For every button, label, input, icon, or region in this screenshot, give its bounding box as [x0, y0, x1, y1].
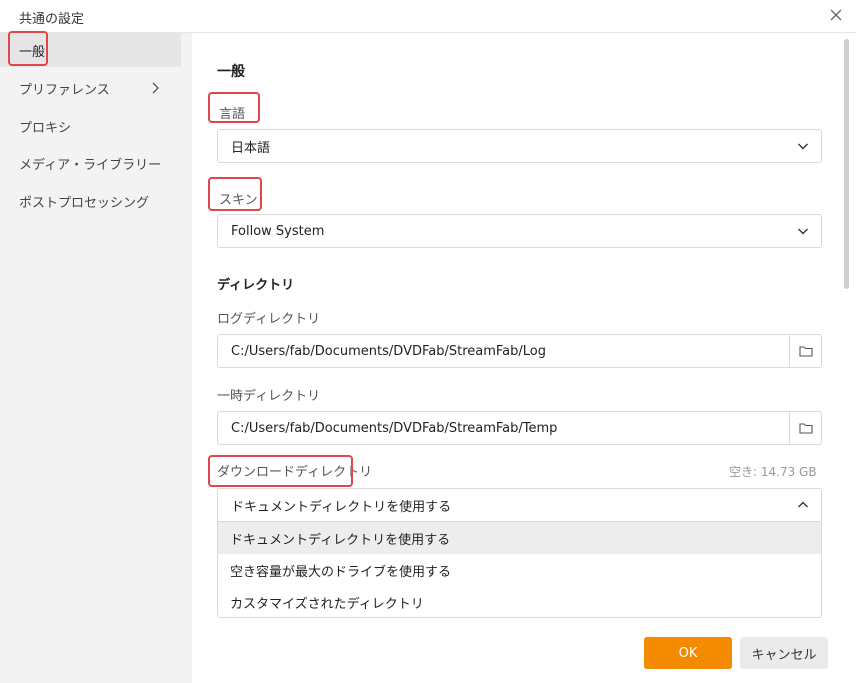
download-directory-options: ドキュメントディレクトリを使用する 空き容量が最大のドライブを使用する カスタマ… — [217, 521, 822, 618]
log-directory-input[interactable] — [217, 334, 789, 368]
chevron-right-icon — [152, 82, 159, 94]
directory-heading: ディレクトリ — [217, 278, 295, 293]
chevron-up-icon — [798, 501, 808, 508]
vertical-scrollbar[interactable] — [844, 39, 849, 289]
dropdown-option-documents[interactable]: ドキュメントディレクトリを使用する — [218, 522, 821, 554]
log-directory-label: ログディレクトリ — [217, 312, 321, 327]
sidebar-item-preferences[interactable]: プリファレンス — [0, 71, 181, 105]
dropdown-option-largest-drive[interactable]: 空き容量が最大のドライブを使用する — [218, 554, 821, 586]
download-directory-value: ドキュメントディレクトリを使用する — [231, 499, 452, 515]
ok-button[interactable]: OK — [644, 637, 732, 669]
language-select[interactable]: 日本語 — [217, 129, 822, 163]
language-value: 日本語 — [231, 140, 271, 156]
skin-label: スキン — [219, 193, 258, 208]
sidebar-item-post-processing[interactable]: ポストプロセッシング — [0, 184, 181, 218]
sidebar-item-proxy[interactable]: プロキシ — [0, 109, 181, 143]
cancel-button[interactable]: キャンセル — [740, 637, 828, 669]
download-directory-select[interactable]: ドキュメントディレクトリを使用する — [217, 488, 822, 522]
download-directory-label: ダウンロードディレクトリ — [217, 465, 373, 480]
free-space-indicator: 空き: 14.73 GB — [729, 465, 817, 479]
temp-directory-input[interactable] — [217, 411, 789, 445]
folder-icon — [798, 423, 813, 434]
option-label: カスタマイズされたディレクトリ — [230, 596, 424, 612]
skin-select[interactable]: Follow System — [217, 214, 822, 248]
title-bar: 共通の設定 — [0, 0, 856, 33]
close-icon — [830, 9, 842, 21]
sidebar-item-label: 一般 — [19, 44, 46, 60]
chevron-down-icon — [798, 228, 808, 235]
sidebar-item-general[interactable]: 一般 — [0, 33, 181, 67]
dropdown-option-custom[interactable]: カスタマイズされたディレクトリ — [218, 586, 821, 618]
skin-value: Follow System — [231, 223, 325, 239]
sidebar-item-label: ポストプロセッシング — [19, 195, 150, 211]
option-label: 空き容量が最大のドライブを使用する — [230, 564, 452, 580]
close-button[interactable] — [824, 3, 848, 27]
sidebar-item-label: プリファレンス — [19, 82, 110, 98]
sidebar-item-media-library[interactable]: メディア・ライブラリー — [0, 146, 181, 180]
sidebar-item-label: プロキシ — [19, 120, 72, 136]
sidebar-item-label: メディア・ライブラリー — [19, 157, 162, 173]
chevron-down-icon — [798, 143, 808, 150]
folder-icon — [798, 346, 813, 357]
page-title: 一般 — [217, 64, 245, 80]
settings-panel: 一般 言語 日本語 スキン Follow System ディレクトリ ログディレ… — [192, 33, 856, 683]
temp-directory-browse-button[interactable] — [789, 411, 822, 445]
temp-directory-label: 一時ディレクトリ — [217, 389, 321, 404]
window-title: 共通の設定 — [19, 12, 85, 27]
sidebar: 一般 プリファレンス プロキシ メディア・ライブラリー ポストプロセッシング — [0, 33, 192, 683]
log-directory-browse-button[interactable] — [789, 334, 822, 368]
language-label: 言語 — [219, 107, 246, 122]
option-label: ドキュメントディレクトリを使用する — [230, 532, 451, 548]
